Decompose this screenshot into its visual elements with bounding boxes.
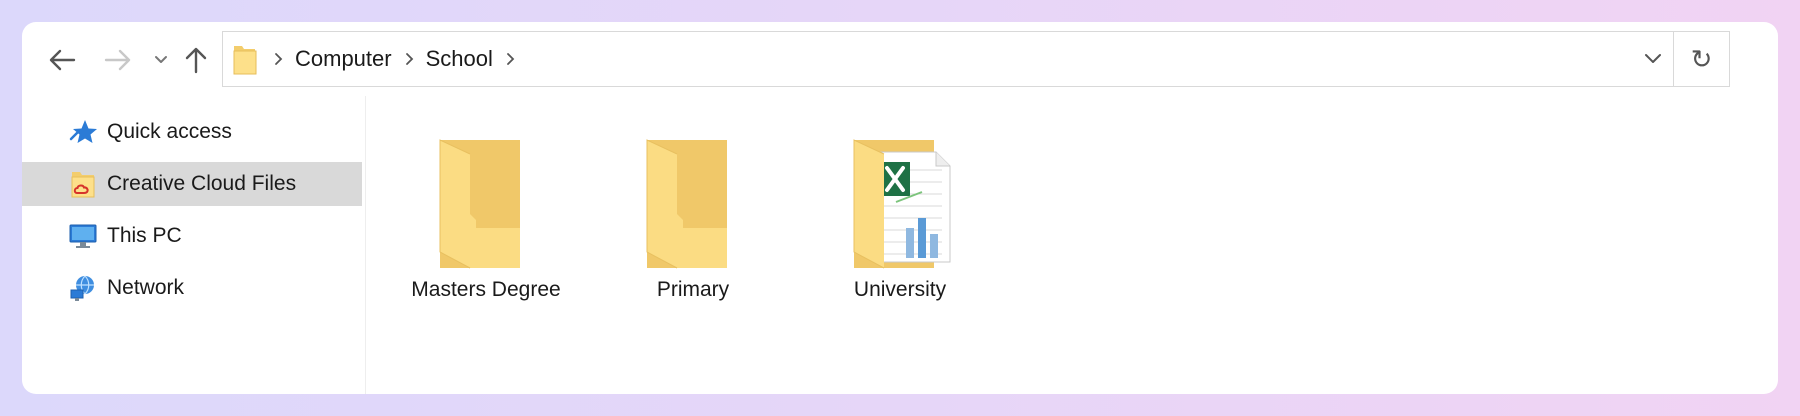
sidebar-item-label: Quick access — [107, 120, 232, 143]
creative-cloud-folder-icon — [71, 172, 95, 198]
arrow-right-icon — [104, 49, 131, 71]
breadcrumb-item-computer[interactable]: Computer — [293, 46, 394, 72]
sidebar-item-label: This PC — [107, 224, 182, 247]
file-label: University — [853, 278, 947, 301]
sidebar-item-network[interactable]: Network — [22, 266, 362, 310]
chevron-down-icon — [155, 56, 167, 63]
file-label: Masters Degree — [411, 278, 561, 301]
folder-icon — [233, 46, 257, 75]
file-list: Masters Degree Primary University — [366, 96, 1778, 394]
star-icon — [69, 120, 97, 143]
refresh-button[interactable]: ↻ — [1674, 32, 1729, 86]
chevron-down-icon — [1645, 54, 1661, 63]
address-history-dropdown[interactable] — [1633, 32, 1673, 86]
address-bar[interactable]: Computer School ↻ — [222, 31, 1730, 87]
monitor-icon — [69, 224, 97, 248]
sidebar-item-label: Creative Cloud Files — [107, 172, 297, 195]
folder-item-primary[interactable]: Primary — [603, 118, 783, 314]
sidebar-item-label: Network — [107, 276, 185, 299]
folder-icon — [439, 139, 520, 269]
up-button[interactable] — [178, 40, 214, 80]
file-label: Primary — [656, 278, 730, 301]
file-explorer-window: Computer School ↻ Quick access Creative … — [22, 22, 1778, 394]
folder-with-excel-icon — [853, 139, 951, 269]
forward-button[interactable] — [100, 40, 136, 80]
breadcrumb-item-school[interactable]: School — [424, 46, 495, 72]
breadcrumb-chevron-icon[interactable] — [263, 32, 293, 86]
folder-item-university[interactable]: University — [810, 118, 990, 314]
breadcrumb-chevron-icon[interactable] — [495, 32, 525, 86]
arrow-up-icon — [185, 47, 207, 74]
breadcrumb-chevron-icon[interactable] — [394, 32, 424, 86]
network-icon — [70, 275, 94, 301]
refresh-icon: ↻ — [1690, 43, 1713, 74]
arrow-left-icon — [49, 49, 76, 71]
navigation-toolbar: Computer School ↻ — [22, 22, 1778, 96]
back-button[interactable] — [44, 40, 80, 80]
sidebar-item-creative-cloud-files[interactable]: Creative Cloud Files — [22, 162, 362, 206]
recent-locations-button[interactable] — [148, 40, 174, 80]
sidebar-item-this-pc[interactable]: This PC — [22, 214, 362, 258]
breadcrumb: Computer School — [263, 32, 525, 86]
folder-item-masters-degree[interactable]: Masters Degree — [396, 118, 576, 314]
folder-icon — [646, 139, 727, 269]
navigation-pane: Quick access Creative Cloud Files This P… — [22, 96, 366, 394]
sidebar-item-quick-access[interactable]: Quick access — [22, 110, 362, 154]
